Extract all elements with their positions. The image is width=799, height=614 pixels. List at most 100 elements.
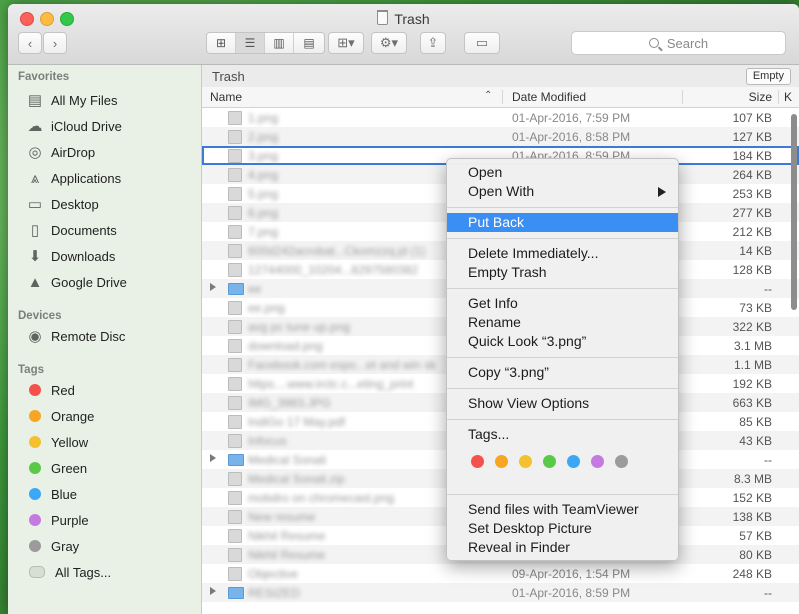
window-title: Trash — [8, 10, 799, 27]
disclosure-triangle-icon[interactable] — [210, 283, 216, 291]
search-input[interactable]: Search — [571, 31, 786, 55]
table-row[interactable]: 1.png 01-Apr-2016, 7:59 PM 107 KB — [202, 108, 799, 127]
sidebar-item-documents[interactable]: ▯ Documents — [26, 219, 117, 241]
sidebar-item-downloads[interactable]: ⬇ Downloads — [26, 245, 116, 267]
yellow-tag-dot-icon — [29, 436, 41, 448]
menu-item-rename[interactable]: Rename — [447, 313, 678, 332]
menu-item-show-view-options[interactable]: Show View Options — [447, 394, 678, 413]
file-name: Medical Sonali.zip — [248, 472, 345, 486]
menu-item-send-teamviewer[interactable]: Send files with TeamViewer — [447, 500, 678, 519]
file-name: ee — [248, 282, 262, 296]
file-name: 7.png — [248, 225, 279, 239]
menu-separator — [447, 494, 678, 495]
file-size: -- — [764, 586, 772, 600]
file-date: 01-Apr-2016, 8:58 PM — [512, 130, 631, 144]
tag-color-dot[interactable] — [495, 455, 508, 468]
file-icon — [228, 168, 242, 182]
sidebar-tag-green[interactable]: Green — [26, 457, 87, 479]
column-view-button[interactable]: ▥ — [265, 33, 294, 53]
disclosure-triangle-icon[interactable] — [210, 587, 216, 595]
disc-icon: ◉ — [28, 328, 42, 345]
file-icon — [228, 377, 242, 391]
sidebar-item-applications[interactable]: ⩓ Applications — [26, 167, 121, 189]
tag-color-dot[interactable] — [591, 455, 604, 468]
table-row[interactable]: 2.png 01-Apr-2016, 8:58 PM 127 KB — [202, 127, 799, 146]
file-icon — [228, 510, 242, 524]
trash-icon — [377, 10, 389, 25]
sidebar-item-label: Desktop — [51, 196, 99, 212]
vertical-scrollbar[interactable] — [791, 114, 797, 310]
sidebar-tag-blue[interactable]: Blue — [26, 483, 77, 505]
menu-item-put-back[interactable]: Put Back — [447, 213, 678, 232]
action-button[interactable]: ⚙▾ — [371, 32, 407, 54]
sidebar-item-remote-disc[interactable]: ◉ Remote Disc — [26, 325, 125, 347]
file-name: Nikhil Resume — [248, 529, 326, 543]
gear-icon: ⚙▾ — [379, 35, 399, 50]
file-size: 212 KB — [732, 225, 772, 239]
column-name-header[interactable]: Name — [210, 90, 242, 104]
sidebar-item-label: All Tags... — [55, 564, 112, 580]
tag-color-dot[interactable] — [519, 455, 532, 468]
sidebar-tag-orange[interactable]: Orange — [26, 405, 94, 427]
arrange-button[interactable]: ⊞▾ — [328, 32, 364, 54]
sidebar-tag-yellow[interactable]: Yellow — [26, 431, 88, 453]
sidebar-item-label: Google Drive — [51, 274, 127, 290]
tag-color-dot[interactable] — [543, 455, 556, 468]
empty-trash-button[interactable]: Empty — [745, 68, 791, 85]
file-size: 80 KB — [739, 548, 772, 562]
menu-item-open[interactable]: Open — [447, 163, 678, 182]
list-view-button[interactable]: ☰ — [236, 33, 265, 53]
file-icon — [228, 358, 242, 372]
tag-color-dot[interactable] — [471, 455, 484, 468]
sidebar-item-google-drive[interactable]: ▲ Google Drive — [26, 271, 127, 293]
forward-button[interactable]: › — [43, 32, 67, 54]
edit-tags-button[interactable]: ▭ — [464, 32, 500, 54]
sidebar-item-airdrop[interactable]: ◎ AirDrop — [26, 141, 95, 163]
file-name: RESIZED — [248, 586, 301, 600]
downloads-icon: ⬇ — [28, 248, 42, 265]
tag-color-dot[interactable] — [615, 455, 628, 468]
sidebar-tag-purple[interactable]: Purple — [26, 509, 89, 531]
menu-item-delete-immediately[interactable]: Delete Immediately... — [447, 244, 678, 263]
table-row[interactable]: Objective 09-Apr-2016, 1:54 PM 248 KB — [202, 564, 799, 583]
menu-item-reveal-in-finder[interactable]: Reveal in Finder — [447, 538, 678, 557]
menu-item-get-info[interactable]: Get Info — [447, 294, 678, 313]
file-size: 152 KB — [732, 491, 772, 505]
back-button[interactable]: ‹ — [18, 32, 42, 54]
file-size: 85 KB — [739, 415, 772, 429]
menu-item-empty-trash[interactable]: Empty Trash — [447, 263, 678, 282]
menu-item-set-desktop-picture[interactable]: Set Desktop Picture — [447, 519, 678, 538]
sidebar-item-icloud-drive[interactable]: ☁ iCloud Drive — [26, 115, 122, 137]
disclosure-triangle-icon[interactable] — [210, 454, 216, 462]
menu-item-open-with[interactable]: Open With — [447, 182, 678, 201]
sidebar-tag-gray[interactable]: Gray — [26, 535, 79, 557]
column-size-header[interactable]: Size — [749, 90, 772, 104]
menu-item-copy[interactable]: Copy “3.png” — [447, 363, 678, 382]
file-icon — [228, 149, 242, 163]
menu-item-tags[interactable]: Tags... — [447, 425, 678, 444]
sidebar-tag-red[interactable]: Red — [26, 379, 75, 401]
menu-item-quick-look[interactable]: Quick Look “3.png” — [447, 332, 678, 351]
sidebar-item-all-my-files[interactable]: ▤ All My Files — [26, 89, 118, 111]
file-size: 663 KB — [732, 396, 772, 410]
column-kind-header[interactable]: K — [784, 90, 792, 104]
sidebar-all-tags[interactable]: All Tags... — [26, 561, 111, 583]
file-name: 6.png — [248, 206, 279, 220]
column-header: Name ⌃ Date Modified Size K — [202, 87, 799, 108]
tag-color-dot[interactable] — [567, 455, 580, 468]
column-date-header[interactable]: Date Modified — [512, 90, 586, 104]
cover-flow-button[interactable]: ▤ — [294, 33, 324, 53]
file-name: 4.png — [248, 168, 279, 182]
window-title-text: Trash — [394, 11, 430, 27]
column-divider — [778, 90, 779, 104]
sidebar-item-desktop[interactable]: ▭ Desktop — [26, 193, 99, 215]
favorites-heading: Favorites — [18, 71, 70, 83]
table-row[interactable]: RESIZED 01-Apr-2016, 8:59 PM -- — [202, 583, 799, 602]
share-button[interactable]: ⇪ — [420, 32, 446, 54]
file-name: https....www.irctc.c...eting_print — [248, 377, 414, 391]
icon-view-button[interactable]: ⊞ — [207, 33, 236, 53]
google-drive-icon: ▲ — [27, 273, 43, 291]
blue-tag-dot-icon — [29, 488, 41, 500]
file-name: IMG_3983.JPG — [248, 396, 331, 410]
menu-separator — [447, 288, 678, 289]
